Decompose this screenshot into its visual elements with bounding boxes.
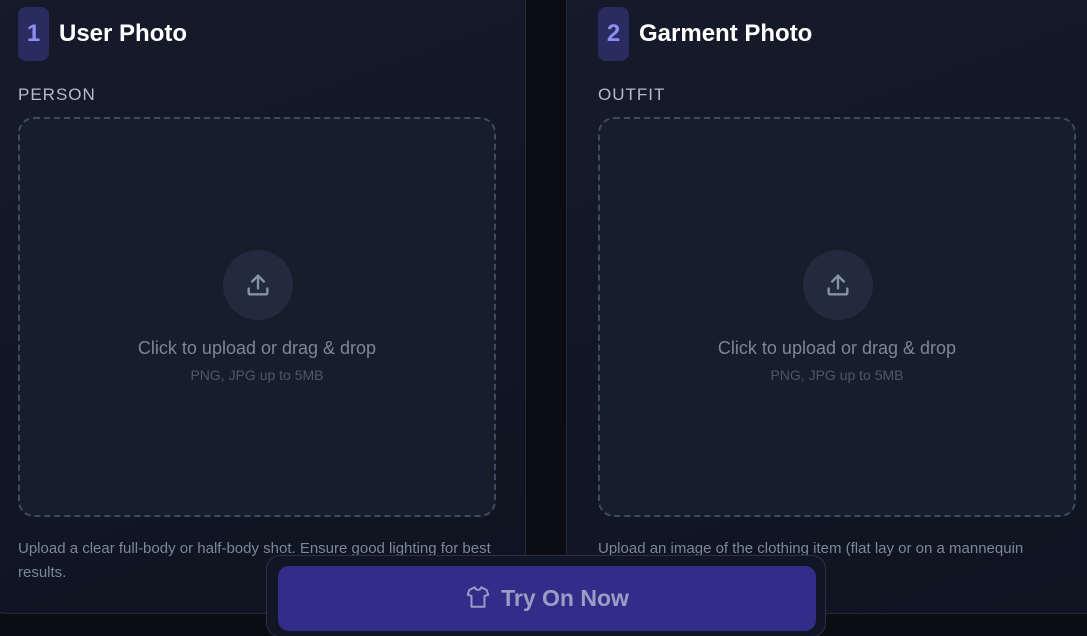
dropzone-sub-text: PNG, JPG up to 5MB bbox=[190, 367, 324, 383]
user-photo-card: 1 User Photo PERSON Click to upload or d… bbox=[0, 0, 526, 614]
section-label: PERSON bbox=[18, 85, 96, 104]
card-title: User Photo bbox=[59, 20, 188, 47]
upload-icon bbox=[803, 250, 873, 320]
try-on-bar: Try On Now bbox=[266, 555, 826, 636]
try-on-button[interactable]: Try On Now bbox=[278, 566, 816, 631]
app-root: 1 User Photo PERSON Click to upload or d… bbox=[0, 0, 1087, 636]
dropzone-main-text: Click to upload or drag & drop bbox=[137, 338, 377, 358]
step-badge: 1 bbox=[18, 7, 49, 61]
dropzone-sub-text: PNG, JPG up to 5MB bbox=[770, 367, 904, 383]
outfit-upload-dropzone[interactable]: Click to upload or drag & drop PNG, JPG … bbox=[598, 117, 1076, 517]
garment-photo-header: 2 Garment Photo bbox=[598, 7, 812, 61]
dropzone-main-text: Click to upload or drag & drop bbox=[717, 338, 957, 358]
shirt-icon bbox=[465, 584, 491, 613]
card-title: Garment Photo bbox=[639, 20, 813, 47]
upload-icon bbox=[223, 250, 293, 320]
section-label: OUTFIT bbox=[598, 85, 666, 104]
try-on-label: Try On Now bbox=[501, 585, 629, 611]
step-badge: 2 bbox=[598, 7, 629, 61]
person-upload-dropzone[interactable]: Click to upload or drag & drop PNG, JPG … bbox=[18, 117, 496, 517]
user-photo-header: 1 User Photo bbox=[18, 7, 187, 61]
garment-photo-card: 2 Garment Photo OUTFIT Click to upload o… bbox=[566, 0, 1087, 614]
